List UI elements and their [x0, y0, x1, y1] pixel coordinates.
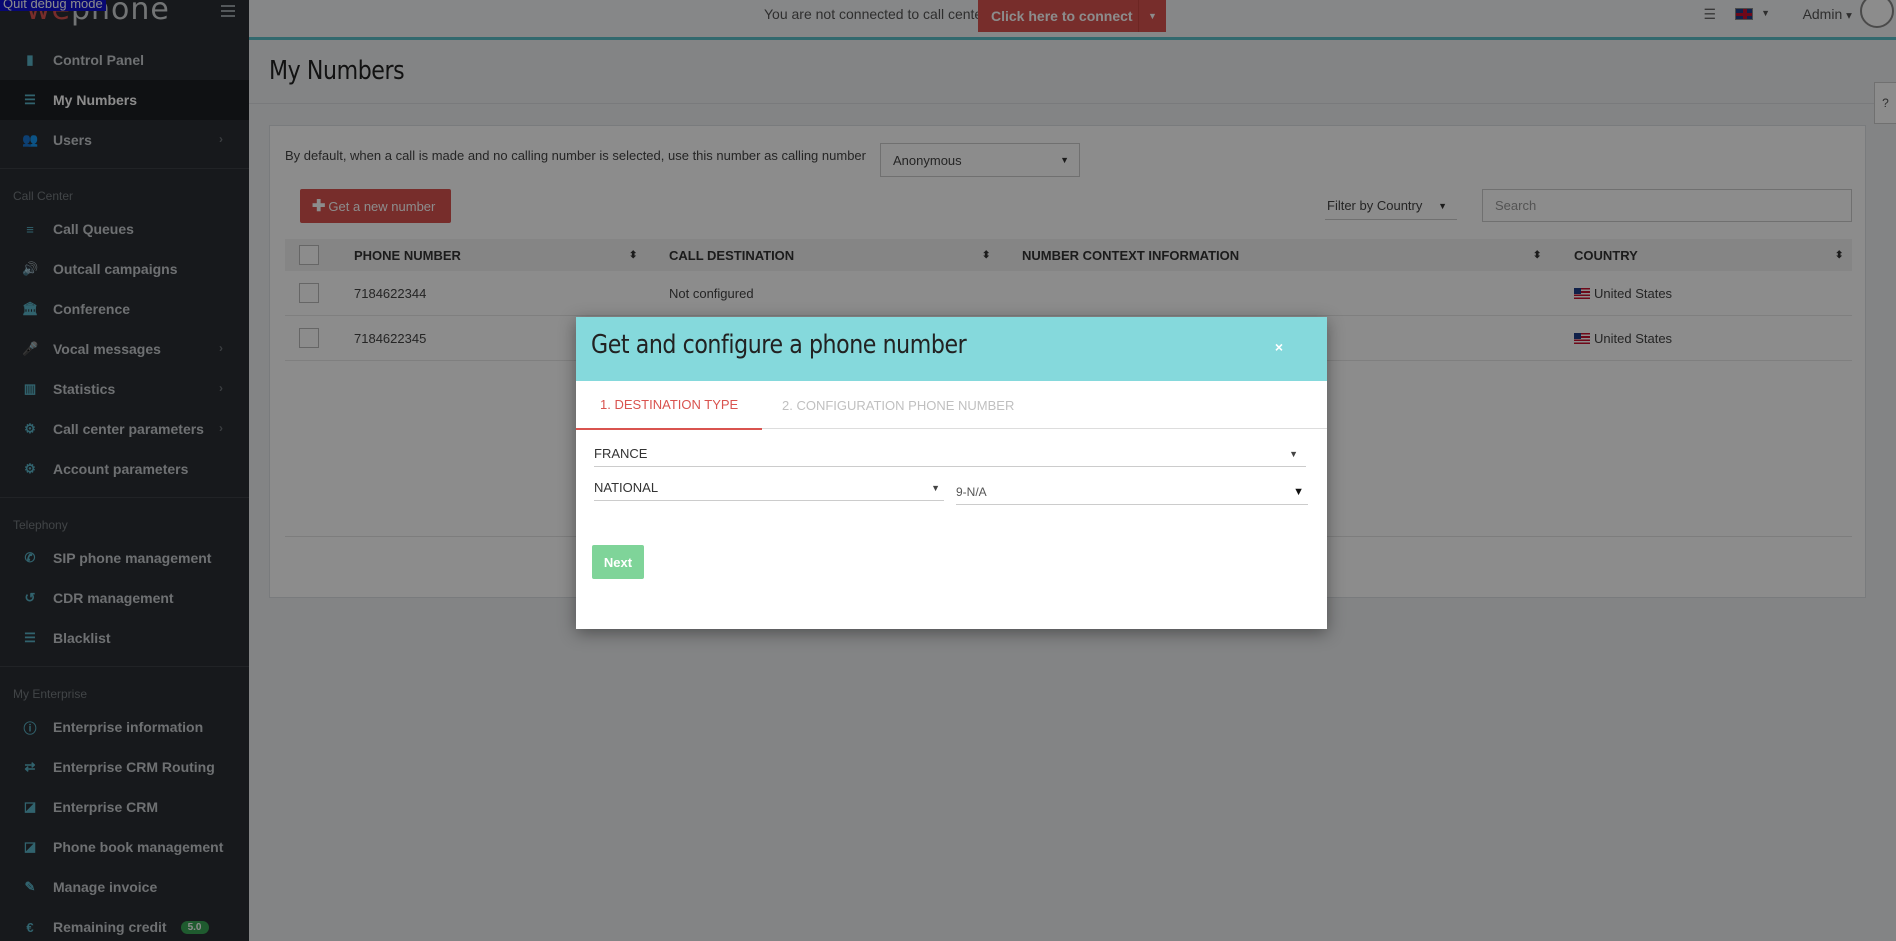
close-icon[interactable]: × [1275, 339, 1283, 355]
tab-destination-type[interactable]: 1. DESTINATION TYPE [576, 381, 763, 430]
number-type-value: NATIONAL [594, 480, 659, 495]
configure-number-modal: Get and configure a phone number × 1. DE… [576, 317, 1327, 629]
caret-down-icon: ▼ [1293, 485, 1304, 498]
next-button[interactable]: Next [592, 545, 644, 579]
country-select-value: FRANCE [594, 446, 648, 461]
modal-header: Get and configure a phone number × [576, 317, 1327, 381]
number-type-select[interactable]: NATIONAL ▼ [594, 475, 944, 501]
prefix-select[interactable]: 9-N/A ▼ [956, 479, 1308, 505]
caret-down-icon: ▼ [1289, 448, 1298, 459]
modal-tabs: 1. DESTINATION TYPE 2. CONFIGURATION PHO… [576, 381, 1327, 430]
prefix-value: 9-N/A [956, 484, 987, 499]
tab-configuration-phone-number[interactable]: 2. CONFIGURATION PHONE NUMBER [758, 381, 1038, 429]
caret-down-icon: ▼ [931, 482, 940, 493]
modal-title: Get and configure a phone number [591, 330, 967, 360]
country-select[interactable]: FRANCE ▼ [594, 441, 1306, 467]
